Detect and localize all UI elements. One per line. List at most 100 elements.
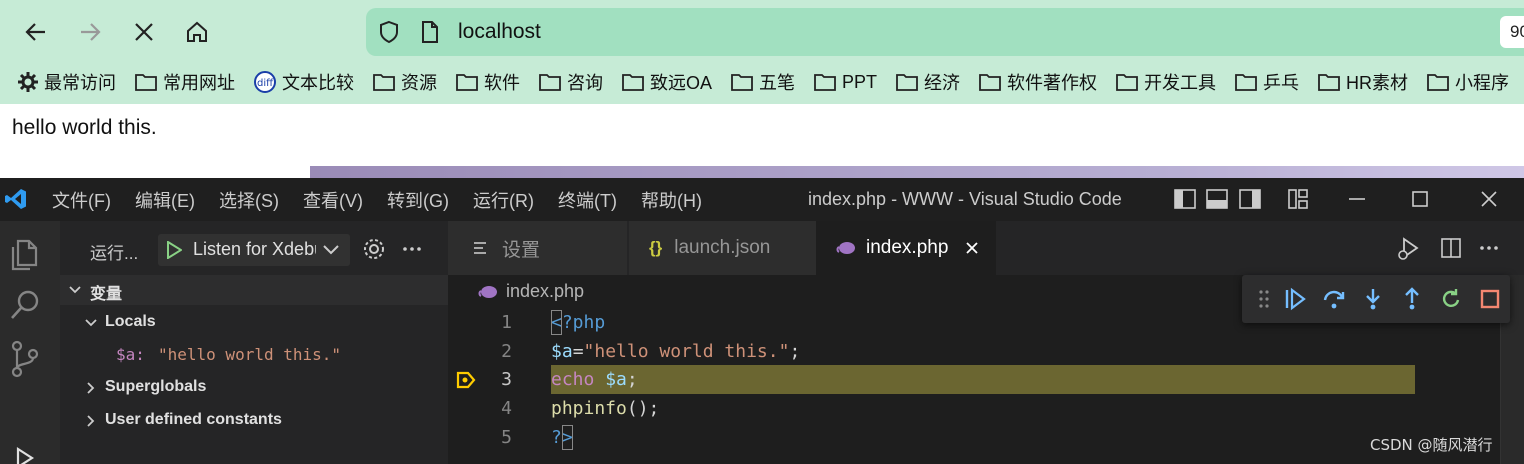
chevron-down-icon xyxy=(323,245,339,255)
bookmark-diff[interactable]: diff 文本比较 xyxy=(254,69,354,95)
source-control-icon[interactable] xyxy=(8,339,42,379)
bookmark-folder[interactable]: 致远OA xyxy=(622,69,712,95)
run-debug-icon[interactable] xyxy=(8,445,42,464)
stop-icon[interactable] xyxy=(1478,287,1502,311)
page-icon xyxy=(422,21,438,43)
continue-icon[interactable] xyxy=(1283,287,1307,311)
bookmark-folder[interactable]: 乒乓 xyxy=(1235,69,1299,95)
code-line[interactable]: 2 $a="hello world this."; xyxy=(448,337,1524,366)
menu-edit[interactable]: 编辑(E) xyxy=(135,187,195,213)
step-out-icon[interactable] xyxy=(1400,287,1424,311)
bookmark-folder[interactable]: 软件 xyxy=(456,69,520,95)
step-over-icon[interactable] xyxy=(1322,287,1346,311)
vscode-logo-icon xyxy=(5,189,26,209)
run-debug-file-icon[interactable] xyxy=(1396,235,1422,261)
tree-locals[interactable]: Locals xyxy=(60,307,448,337)
menu-run[interactable]: 运行(R) xyxy=(473,187,534,213)
more-actions-icon[interactable] xyxy=(400,237,424,261)
gear-icon[interactable] xyxy=(362,237,386,261)
superglobals-label: Superglobals xyxy=(105,378,207,395)
menu-go[interactable]: 转到(G) xyxy=(387,187,449,213)
shield-icon xyxy=(380,20,398,44)
split-editor-icon[interactable] xyxy=(1440,237,1462,259)
bookmark-folder[interactable]: 经济 xyxy=(896,69,960,95)
bookmark-most-visited[interactable]: 最常访问 xyxy=(18,69,116,95)
tree-superglobals[interactable]: Superglobals xyxy=(60,373,448,403)
restart-icon[interactable] xyxy=(1439,287,1463,311)
config-dropdown[interactable] xyxy=(316,234,350,266)
php-elephant-icon xyxy=(836,242,855,254)
close-icon xyxy=(135,23,153,41)
home-button[interactable] xyxy=(179,14,215,50)
chevron-right-icon xyxy=(87,382,95,394)
menu-selection[interactable]: 选择(S) xyxy=(219,187,279,213)
editor-area: 设置 {} launch.json index.php index.php 1 xyxy=(448,221,1524,464)
locals-label: Locals xyxy=(105,313,156,330)
toggle-sidebar-icon[interactable] xyxy=(1174,188,1196,210)
folder-icon xyxy=(896,74,918,91)
code-line[interactable]: 4 phpinfo(); xyxy=(448,394,1524,423)
bookmark-folder[interactable]: 咨询 xyxy=(539,69,603,95)
tab-label: launch.json xyxy=(674,237,771,258)
folder-icon xyxy=(539,74,561,91)
chevron-right-icon xyxy=(87,415,95,427)
menu-terminal[interactable]: 终端(T) xyxy=(558,187,617,213)
customize-layout-icon[interactable] xyxy=(1287,188,1309,210)
code-line[interactable]: 5 ?> xyxy=(448,423,1524,452)
step-into-icon[interactable] xyxy=(1361,287,1385,311)
stop-button[interactable] xyxy=(126,14,162,50)
bookmark-folder[interactable]: 五笔 xyxy=(731,69,795,95)
tab-settings[interactable]: 设置 xyxy=(448,221,628,275)
url-text[interactable]: localhost xyxy=(458,20,541,44)
run-label: 运行... xyxy=(90,244,139,263)
tab-launch-json[interactable]: {} launch.json xyxy=(629,221,816,275)
start-debug-icon[interactable] xyxy=(166,241,182,259)
folder-icon xyxy=(979,74,1001,91)
back-button[interactable] xyxy=(18,14,54,50)
menu-bar: 文件(F) 编辑(E) 选择(S) 查看(V) 转到(G) 运行(R) 终端(T… xyxy=(52,178,726,221)
bookmark-folder[interactable]: 常用网址 xyxy=(135,69,235,95)
breadcrumb[interactable]: index.php xyxy=(478,281,584,302)
folder-icon xyxy=(1318,74,1340,91)
bookmark-folder[interactable]: 开发工具 xyxy=(1116,69,1216,95)
menu-help[interactable]: 帮助(H) xyxy=(641,187,702,213)
window-title: index.php - WWW - Visual Studio Code xyxy=(808,189,1122,209)
chevron-down-icon xyxy=(85,319,97,327)
toggle-panel-icon[interactable] xyxy=(1206,188,1228,210)
tab-index-php[interactable]: index.php xyxy=(816,221,996,275)
variable-row[interactable]: $a: "hello world this." xyxy=(60,339,448,369)
address-bar[interactable]: localhost xyxy=(366,8,1524,56)
line-number: 5 xyxy=(501,427,512,448)
close-tab-icon[interactable] xyxy=(964,240,980,256)
search-icon[interactable] xyxy=(8,287,42,323)
bookmark-folder[interactable]: HR素材 xyxy=(1318,69,1408,95)
bookmark-folder[interactable]: PPT xyxy=(814,72,877,93)
menu-file[interactable]: 文件(F) xyxy=(52,187,111,213)
tree-user-constants[interactable]: User defined constants xyxy=(60,406,448,436)
folder-icon xyxy=(1427,74,1449,91)
close-window-icon[interactable] xyxy=(1478,188,1500,210)
zoom-indicator[interactable]: 90 xyxy=(1500,16,1524,48)
more-actions-icon[interactable] xyxy=(1478,237,1500,259)
minimize-icon[interactable] xyxy=(1346,188,1368,210)
toggle-secondary-sidebar-icon[interactable] xyxy=(1239,188,1261,210)
debug-sidebar: 运行... Listen for Xdebug 变量 Locals $a: "h… xyxy=(60,221,448,464)
variable-value: "hello world this." xyxy=(158,345,342,364)
menu-view[interactable]: 查看(V) xyxy=(303,187,363,213)
code-line-current[interactable]: 3 echo $a; xyxy=(448,365,1524,394)
folder-icon xyxy=(1116,74,1138,91)
bookmark-folder[interactable]: 资源 xyxy=(373,69,437,95)
folder-icon xyxy=(814,74,836,91)
forward-button[interactable] xyxy=(72,14,108,50)
drag-handle-icon[interactable] xyxy=(1258,287,1270,311)
compare-logo-icon: diff xyxy=(254,71,276,93)
watermark: CSDN @随风潜行 xyxy=(1370,436,1493,454)
bookmark-folder[interactable]: 软件著作权 xyxy=(979,69,1097,95)
gear-icon xyxy=(18,72,38,92)
explorer-icon[interactable] xyxy=(8,235,42,271)
bookmark-folder[interactable]: 小程序 xyxy=(1427,69,1509,95)
variables-section-header[interactable]: 变量 xyxy=(60,275,448,305)
maximize-icon[interactable] xyxy=(1409,188,1431,210)
debug-config-select[interactable]: Listen for Xdebug xyxy=(158,234,350,266)
breadcrumb-file[interactable]: index.php xyxy=(506,281,584,302)
